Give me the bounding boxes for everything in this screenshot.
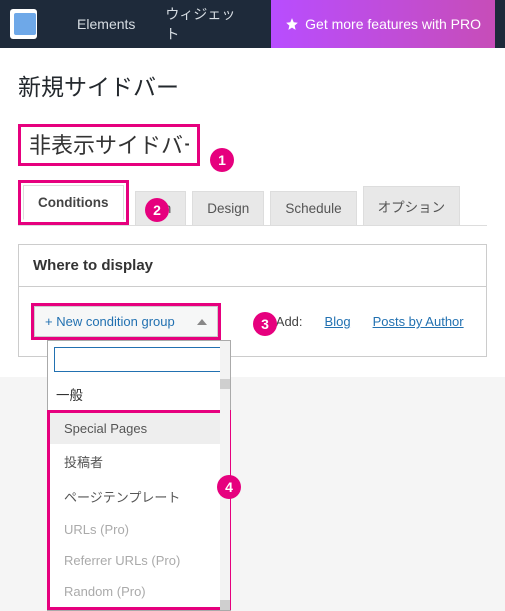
quick-add-blog[interactable]: Blog xyxy=(325,314,351,329)
page-title: 新規サイドバー xyxy=(18,68,487,102)
dropdown-item-referrer-urls-pro[interactable]: Referrer URLs (Pro) xyxy=(50,545,228,576)
tab-schedule[interactable]: Schedule xyxy=(270,191,356,225)
nav-widgets[interactable]: ウィジェット xyxy=(165,4,241,44)
tab-design[interactable]: Design xyxy=(192,191,264,225)
annotation-4: 4 xyxy=(217,475,241,499)
content-area: 新規サイドバー Conditions tion Design Schedule … xyxy=(0,48,505,377)
new-condition-group-label: + New condition group xyxy=(45,314,175,329)
dropdown-scroll-up-icon[interactable] xyxy=(220,379,230,389)
annotation-1: 1 xyxy=(210,148,234,172)
dropdown-items-highlight: Special Pages 投稿者 ページテンプレート URLs (Pro) R… xyxy=(47,410,231,610)
panel-header: Where to display xyxy=(19,245,486,287)
dropdown-scroll-down-icon[interactable] xyxy=(220,600,230,610)
tab-conditions-highlight: Conditions xyxy=(18,180,129,225)
tab-options[interactable]: オプション xyxy=(363,186,461,225)
sidebar-title-highlight xyxy=(18,124,200,166)
new-condition-group-button[interactable]: + New condition group xyxy=(34,306,218,337)
top-nav: Elements ウィジェット Get more features with P… xyxy=(0,0,505,48)
nav-elements[interactable]: Elements xyxy=(77,16,135,32)
dropdown-item-urls-pro[interactable]: URLs (Pro) xyxy=(50,514,228,545)
dropdown-item-special-pages[interactable]: Special Pages xyxy=(50,413,228,444)
dropdown-item-random-pro[interactable]: Random (Pro) xyxy=(50,576,228,607)
dropdown-search-input[interactable] xyxy=(54,347,224,372)
condition-group-dropdown: 一般 Special Pages 投稿者 ページテンプレート URLs (Pro… xyxy=(47,340,231,611)
quick-add-posts-by-author[interactable]: Posts by Author xyxy=(373,314,464,329)
pro-upgrade-button[interactable]: Get more features with PRO xyxy=(271,0,495,48)
dropdown-item-page-template[interactable]: ページテンプレート xyxy=(50,479,228,514)
chevron-up-icon xyxy=(197,319,207,325)
dropdown-item-author[interactable]: 投稿者 xyxy=(50,444,228,479)
new-condition-group-highlight: + New condition group xyxy=(31,303,221,340)
annotation-3: 3 xyxy=(253,312,277,336)
tabs-row: Conditions tion Design Schedule オプション xyxy=(18,180,487,226)
pro-upgrade-label: Get more features with PRO xyxy=(305,16,481,32)
app-logo-icon[interactable] xyxy=(10,9,37,39)
annotation-2: 2 xyxy=(145,198,169,222)
dropdown-group-label: 一般 xyxy=(48,378,230,410)
star-icon xyxy=(285,17,299,31)
tab-conditions[interactable]: Conditions xyxy=(23,185,124,220)
sidebar-title-input[interactable] xyxy=(29,131,189,157)
dropdown-search-wrap xyxy=(54,347,224,372)
